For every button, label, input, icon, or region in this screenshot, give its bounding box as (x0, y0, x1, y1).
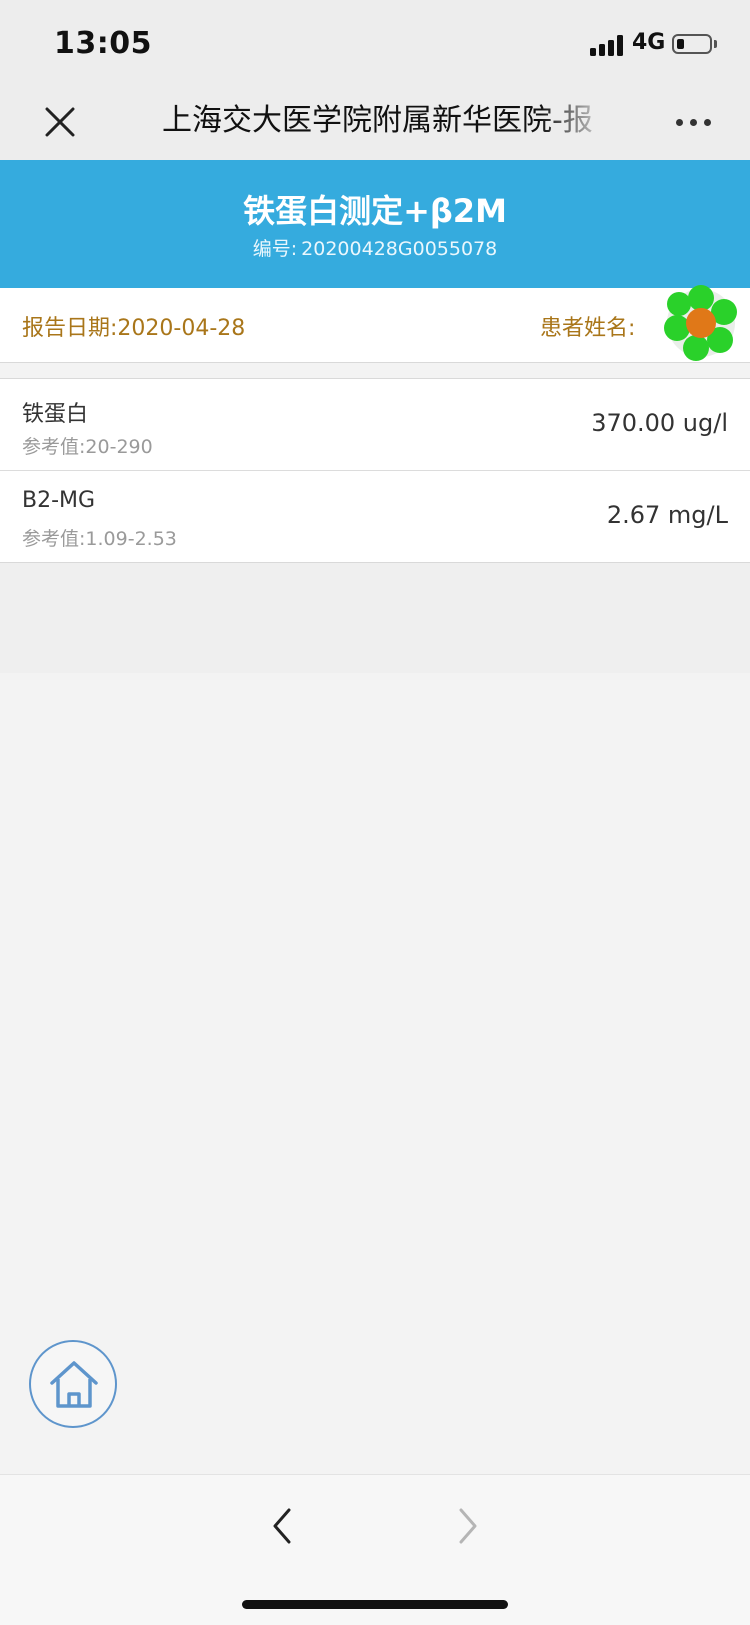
result-reference: 参考值:20-290 (22, 432, 153, 459)
home-button[interactable] (29, 1340, 117, 1428)
forward-button[interactable] (448, 1501, 488, 1551)
status-bar: 13:05 4G (0, 0, 750, 84)
result-name: B2-MG (22, 488, 96, 513)
patient-name-label: 患者姓名: (540, 316, 636, 341)
close-button[interactable] (38, 100, 82, 144)
result-value: 370.00 ug/l (591, 409, 728, 437)
reference-value: 1.09-2.53 (85, 528, 177, 550)
home-icon (50, 1361, 98, 1408)
chevron-right-icon (459, 1508, 477, 1544)
report-title: 铁蛋白测定+β2M (243, 192, 507, 230)
battery-icon (672, 34, 712, 54)
report-info-row: 报告日期:2020-04-28 患者姓名: (0, 288, 750, 363)
close-icon (45, 107, 75, 137)
content-spacer (0, 563, 750, 673)
reference-label: 参考值: (22, 528, 86, 550)
more-icon-dot (690, 119, 697, 126)
chevron-left-icon (273, 1508, 291, 1544)
title-fade (540, 98, 610, 144)
report-date-value: 2020-04-28 (117, 316, 246, 341)
network-type: 4G (632, 30, 666, 55)
result-reference: 参考值:1.09-2.53 (22, 524, 177, 551)
redaction-sticker-icon (664, 285, 737, 361)
report-number-label: 编号: (252, 238, 298, 260)
home-indicator (242, 1600, 508, 1609)
status-time: 13:05 (54, 26, 152, 61)
back-button[interactable] (262, 1501, 302, 1551)
bottom-toolbar (0, 1474, 750, 1625)
reference-label: 参考值: (22, 436, 86, 458)
report-number: 编号: 20200428G0055078 (0, 234, 750, 261)
report-number-value: 20200428G0055078 (301, 238, 498, 260)
more-icon-dot (704, 119, 711, 126)
signal-icon (590, 34, 626, 56)
more-button[interactable] (670, 102, 716, 142)
reference-value: 20-290 (85, 436, 153, 458)
result-value: 2.67 mg/L (606, 501, 728, 529)
nav-bar: 上海交大医学院附属新华医院-报 (0, 84, 750, 160)
result-name: 铁蛋白 (22, 402, 89, 427)
report-date: 报告日期:2020-04-28 (22, 310, 245, 342)
results-list: 铁蛋白 参考值:20-290 370.00 ug/l B2-MG 参考值:1.0… (0, 378, 750, 563)
result-row[interactable]: B2-MG 参考值:1.09-2.53 2.67 mg/L (0, 471, 750, 562)
more-icon (676, 119, 683, 126)
battery-cap (714, 40, 717, 48)
report-date-label: 报告日期: (22, 316, 118, 341)
result-row[interactable]: 铁蛋白 参考值:20-290 370.00 ug/l (0, 379, 750, 471)
report-header: 铁蛋白测定+β2M 编号: 20200428G0055078 (0, 160, 750, 288)
